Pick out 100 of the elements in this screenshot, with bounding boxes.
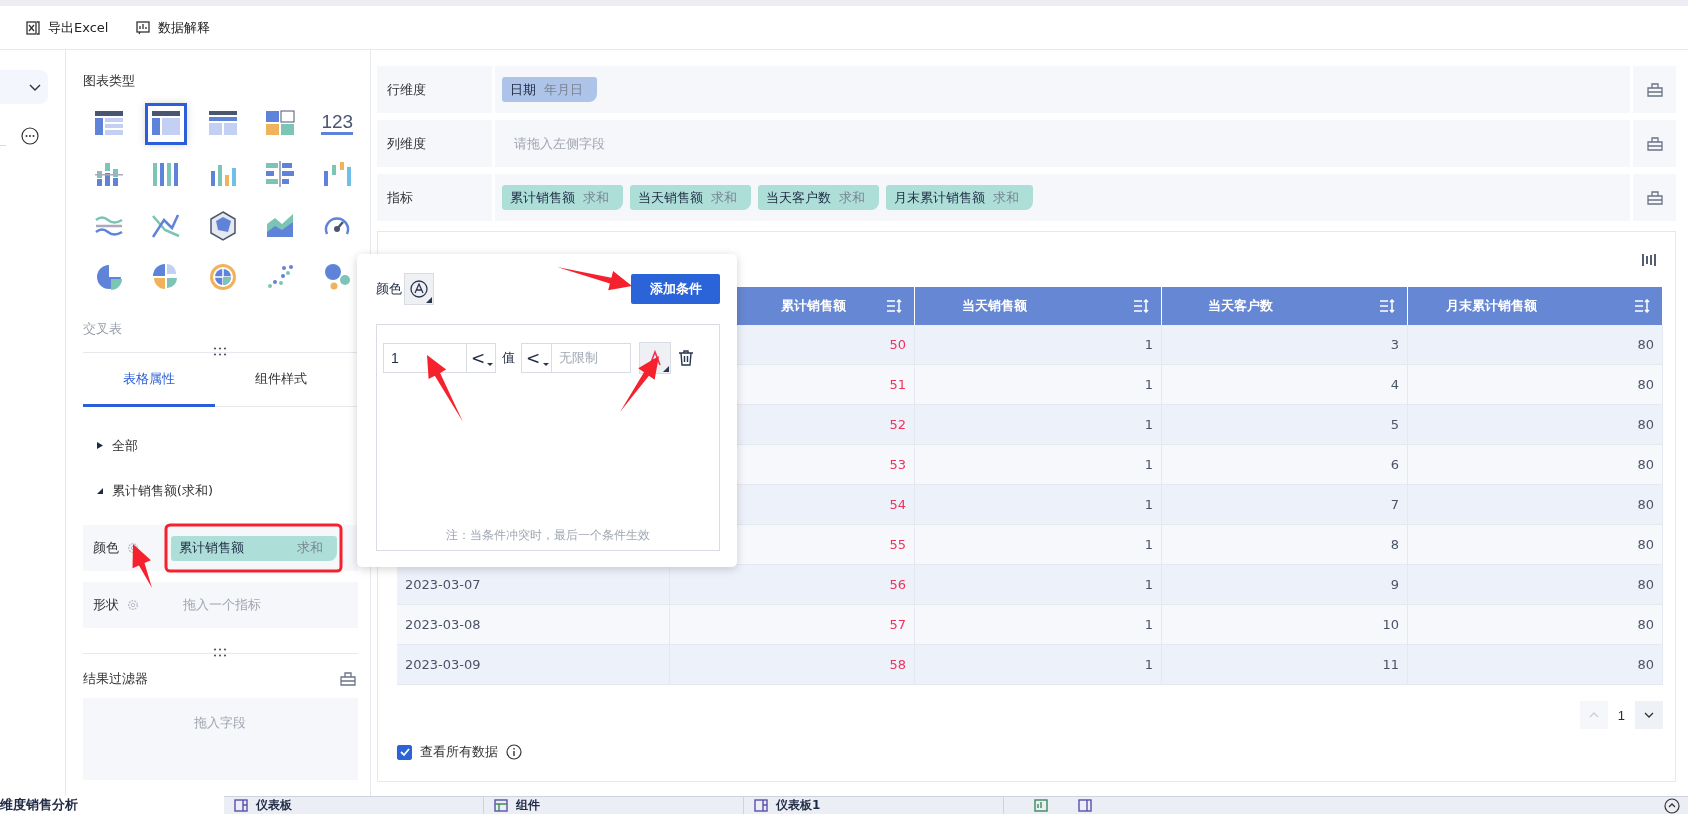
property-label: 颜色 <box>92 539 120 557</box>
table-cell: 56 <box>670 565 915 605</box>
field-chip[interactable]: 当天客户数 求和 <box>758 185 879 210</box>
trash-icon[interactable] <box>677 349 695 367</box>
property-label: 形状 <box>92 596 120 614</box>
toolbox-button[interactable] <box>1633 66 1676 113</box>
toolbox-icon <box>1646 82 1663 97</box>
add-dashboard-icon[interactable] <box>1078 799 1092 812</box>
next-page-button[interactable] <box>1635 701 1663 729</box>
drag-handle-icon[interactable] <box>212 648 227 657</box>
table-cell: 80 <box>1408 405 1663 445</box>
annotation-arrow <box>132 544 152 588</box>
row-label: 指标 <box>377 174 492 221</box>
dashboard-icon <box>234 799 248 812</box>
value-label: 值 <box>502 349 515 367</box>
field-chip[interactable]: 当天销售额 求和 <box>630 185 751 210</box>
sort-icon[interactable] <box>1133 299 1149 313</box>
page-number: 1 <box>1617 707 1625 723</box>
scroll-up-icon[interactable] <box>1664 797 1680 814</box>
table-cell: 80 <box>1408 525 1663 565</box>
tab[interactable]: 组件样式 <box>214 353 347 407</box>
table-cell: 80 <box>1408 445 1663 485</box>
drop-area[interactable]: 日期 年月日 <box>495 66 1630 113</box>
drag-handle-icon[interactable] <box>212 347 227 356</box>
table-cell: 1 <box>915 645 1162 685</box>
tree-item[interactable]: 累计销售额(求和) <box>82 468 370 513</box>
color-picker[interactable] <box>404 273 434 305</box>
table-cell: 1 <box>915 525 1162 565</box>
sheet-tab[interactable]: 仪表板 <box>224 797 484 814</box>
table-cell: 1 <box>915 365 1162 405</box>
table-cell: 6 <box>1162 445 1408 485</box>
toolbox-icon <box>1646 136 1663 151</box>
caret-right-icon <box>94 441 104 450</box>
color-label: 颜色 <box>376 280 402 298</box>
checkbox[interactable] <box>397 744 412 760</box>
toolbox-button[interactable] <box>1633 174 1676 221</box>
table-cell: 80 <box>1408 605 1663 645</box>
auto-color-icon <box>410 280 428 298</box>
field-chip[interactable]: 日期 年月日 <box>502 77 597 102</box>
annotation-arrow <box>620 356 659 412</box>
sheet-tab[interactable]: 仪表板1 <box>744 797 1004 814</box>
toolbox-icon <box>1646 190 1663 205</box>
table-cell: 80 <box>1408 365 1663 405</box>
table-cell: 11 <box>1162 645 1408 685</box>
checkbox-label: 查看所有数据 <box>420 743 498 761</box>
dashboard-title: 维度销售分析 <box>0 796 79 814</box>
add-component-icon[interactable] <box>1034 799 1048 812</box>
sort-icon[interactable] <box>1634 299 1650 313</box>
sheet-tab[interactable]: 组件 <box>484 797 744 814</box>
chart-type-name: 交叉表 <box>82 320 123 338</box>
dashboard-icon <box>754 799 768 812</box>
table-cell: 2023-03-09 <box>397 645 670 685</box>
section-title: 图表类型 <box>82 72 136 90</box>
more-icon[interactable] <box>21 127 39 145</box>
table-cell: 9 <box>1162 565 1408 605</box>
note-text: 注：当条件冲突时，最后一个条件生效 <box>445 527 651 544</box>
field-chip[interactable]: 月末累计销售额 求和 <box>886 185 1033 210</box>
row-label: 列维度 <box>377 120 492 167</box>
row-label: 行维度 <box>377 66 492 113</box>
table-cell: 1 <box>915 325 1162 365</box>
table-cell: 1 <box>915 405 1162 445</box>
component-icon <box>494 799 508 812</box>
sort-icon[interactable] <box>886 299 902 313</box>
table-cell: 1 <box>915 445 1162 485</box>
table-cell: 2023-03-07 <box>397 565 670 605</box>
toolbox-icon[interactable] <box>340 672 356 686</box>
table-cell: 58 <box>670 645 915 685</box>
column-settings-icon[interactable] <box>1641 251 1657 268</box>
section-title: 结果过滤器 <box>82 670 148 688</box>
toolbar-button[interactable]: 数据解释 <box>136 18 211 37</box>
chart-report-icon <box>136 20 151 35</box>
excel-icon <box>26 20 40 35</box>
table-cell: 80 <box>1408 485 1663 525</box>
toolbar-button[interactable]: 导出Excel <box>26 18 109 37</box>
add-condition-button[interactable]: 添加条件 <box>631 274 720 304</box>
sort-icon[interactable] <box>1379 299 1395 313</box>
drop-area[interactable]: 累计销售额 求和 当天销售额 求和 当天客户数 求和 月末累计销售额 求和 <box>495 174 1630 221</box>
tree-item[interactable]: 全部 <box>82 423 370 468</box>
table-cell: 1 <box>915 485 1162 525</box>
table-cell: 8 <box>1162 525 1408 565</box>
table-cell: 80 <box>1408 645 1663 685</box>
field-chip[interactable]: 累计销售额 求和 <box>502 185 623 210</box>
operator-dropdown[interactable]: < <box>521 343 551 373</box>
chart-type-option[interactable]: 123 <box>316 102 359 145</box>
toolbox-button[interactable] <box>1633 120 1676 167</box>
drop-field[interactable]: 颜色 累计销售额 求和 <box>82 525 358 571</box>
table-cell: 80 <box>1408 565 1663 605</box>
table-cell: 4 <box>1162 365 1408 405</box>
field-chip[interactable]: 累计销售额 求和 <box>170 535 337 561</box>
annotation-arrow <box>427 355 463 422</box>
table-cell: 1 <box>915 565 1162 605</box>
table-cell: 80 <box>1408 325 1663 365</box>
table-cell: 3 <box>1162 325 1408 365</box>
table-cell: 10 <box>1162 605 1408 645</box>
operator-dropdown[interactable]: < <box>466 343 496 373</box>
tab[interactable]: 表格属性 <box>82 353 215 407</box>
chart-type-option[interactable] <box>145 102 188 145</box>
info-icon[interactable] <box>506 744 522 760</box>
table-cell: 57 <box>670 605 915 645</box>
table-cell: 1 <box>915 605 1162 645</box>
